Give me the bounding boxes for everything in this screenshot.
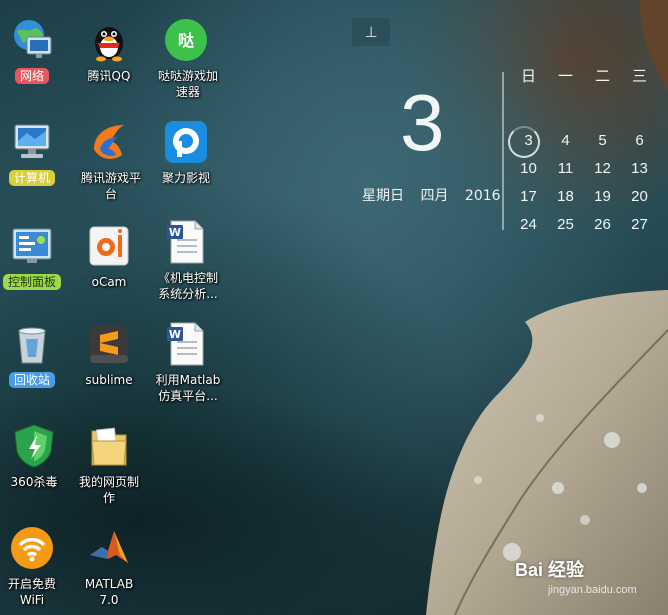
- qq-penguin-icon: [85, 16, 133, 64]
- desktop-icon-sublime[interactable]: sublime: [73, 320, 145, 388]
- calendar-day[interactable]: 20: [621, 184, 658, 210]
- calendar-day[interactable]: 19: [584, 184, 621, 210]
- desktop-icon-label: 开启免费WiFi: [7, 577, 56, 607]
- calendar-week-row: 10 11 12 13: [510, 156, 658, 182]
- calendar-weekday: 星期日: [362, 188, 404, 204]
- tencent-games-flame-icon: [85, 118, 133, 166]
- pptv-player-icon: [162, 118, 210, 166]
- calendar-year: 2016: [464, 188, 501, 204]
- desktop-icon-label: 网络: [14, 68, 49, 84]
- calendar-day[interactable]: 17: [510, 184, 547, 210]
- desktop-icon-label: 计算机: [8, 170, 55, 186]
- calendar-day[interactable]: 6: [621, 128, 658, 154]
- svg-text:W: W: [169, 226, 181, 239]
- svg-text:哒: 哒: [178, 31, 195, 50]
- svg-text:W: W: [169, 328, 181, 341]
- desktop-icon-360[interactable]: 360杀毒: [0, 422, 70, 490]
- calendar-header: 日: [520, 68, 536, 85]
- calendar-day[interactable]: 18: [547, 184, 584, 210]
- desktop-icon-ocam[interactable]: oCam: [73, 222, 145, 290]
- matlab-icon: [85, 524, 133, 572]
- desktop-icon-doc-matlab[interactable]: W 利用Matlab仿真平台...: [150, 320, 222, 404]
- calendar-date-line: 星期日 四月 2016: [362, 185, 513, 205]
- calendar-day[interactable]: 25: [547, 212, 584, 238]
- calendar-day[interactable]: 24: [510, 212, 547, 238]
- baidu-watermark-url: jingyan.baidu.com: [548, 584, 637, 596]
- desktop-icon-wifi[interactable]: 开启免费WiFi: [0, 524, 68, 608]
- calendar-day[interactable]: 13: [621, 156, 658, 182]
- calendar-day[interactable]: 5: [584, 128, 621, 154]
- desktop-icon-label: 聚力影视: [161, 171, 210, 185]
- desktop-icon-control-panel[interactable]: 控制面板: [0, 222, 68, 290]
- shield-antivirus-icon: [10, 422, 58, 470]
- desktop-icon-label: 我的网页制作: [78, 475, 139, 505]
- desktop-icon-dada[interactable]: 哒 哒哒游戏加速器: [150, 16, 222, 100]
- dada-game-accelerator-icon: 哒: [162, 16, 210, 64]
- desktop-icon-doc-jidian[interactable]: W 《机电控制系统分析...: [150, 218, 222, 302]
- calendar-weekday-headers: 日 一 二 三: [510, 64, 658, 90]
- desktop-icon-label: 利用Matlab仿真平台...: [155, 373, 221, 403]
- ocam-camera-icon: [85, 222, 133, 270]
- desktop-icon-folder[interactable]: 我的网页制作: [73, 422, 145, 506]
- calendar-day[interactable]: 10: [510, 156, 547, 182]
- desktop-icon-label: 哒哒游戏加速器: [157, 69, 218, 99]
- recycle-bin-icon: [8, 320, 56, 368]
- calendar-month: 四月: [420, 188, 449, 204]
- desktop-icon-matlab[interactable]: MATLAB 7.0: [73, 524, 145, 608]
- calendar-week-row: 17 18 19 20: [510, 184, 658, 210]
- calendar-day[interactable]: 12: [584, 156, 621, 182]
- network-globe-icon: [8, 16, 56, 64]
- desktop-icon-network[interactable]: 网络: [0, 16, 68, 84]
- desktop-icon-label: oCam: [91, 275, 127, 289]
- desktop-icon-label: 《机电控制系统分析...: [157, 271, 218, 301]
- desktop-icon-label: 控制面板: [2, 274, 61, 290]
- calendar-day[interactable]: 4: [547, 128, 584, 154]
- calendar-divider: [502, 72, 504, 230]
- desktop-icon-label: 腾讯游戏平台: [80, 171, 141, 201]
- calendar-day[interactable]: 27: [621, 212, 658, 238]
- desktop-icon-pptv[interactable]: 聚力影视: [150, 118, 222, 186]
- sublime-text-icon: [85, 320, 133, 368]
- desktop-icon-label: sublime: [85, 373, 133, 387]
- calendar-big-day: 3: [400, 78, 445, 167]
- wallpaper-leaf: [426, 0, 668, 615]
- desktop-icon-recycle-bin[interactable]: 回收站: [0, 320, 68, 388]
- calendar-week-row: 24 25 26 27: [510, 212, 658, 238]
- control-panel-icon: [8, 222, 56, 270]
- calendar-day[interactable]: 3: [510, 128, 547, 154]
- desktop-icon-label: 360杀毒: [10, 475, 58, 489]
- desktop-icon-tencent-games[interactable]: 腾讯游戏平台: [73, 118, 145, 202]
- calendar-header: 一: [557, 68, 573, 85]
- calendar-day[interactable]: 11: [547, 156, 584, 182]
- desktop-icon-label: 回收站: [8, 372, 55, 388]
- folder-icon: [85, 422, 133, 470]
- desktop-icon-qq[interactable]: 腾讯QQ: [73, 16, 145, 84]
- desktop-icon-label: 腾讯QQ: [87, 69, 131, 83]
- calendar-day[interactable]: 26: [584, 212, 621, 238]
- wifi-icon: [8, 524, 56, 572]
- calendar-header: 三: [631, 68, 647, 85]
- calendar-header: 二: [594, 68, 610, 85]
- pin-icon[interactable]: ⊥: [352, 18, 390, 46]
- word-document-icon: W: [162, 320, 210, 368]
- desktop-icon-label: MATLAB 7.0: [84, 577, 134, 607]
- computer-monitor-icon: [8, 118, 56, 166]
- desktop-icon-computer[interactable]: 计算机: [0, 118, 68, 186]
- calendar-week-row: 3 4 5 6: [510, 128, 658, 154]
- word-document-icon: W: [162, 218, 210, 266]
- baidu-watermark: Bai 经验: [515, 560, 585, 580]
